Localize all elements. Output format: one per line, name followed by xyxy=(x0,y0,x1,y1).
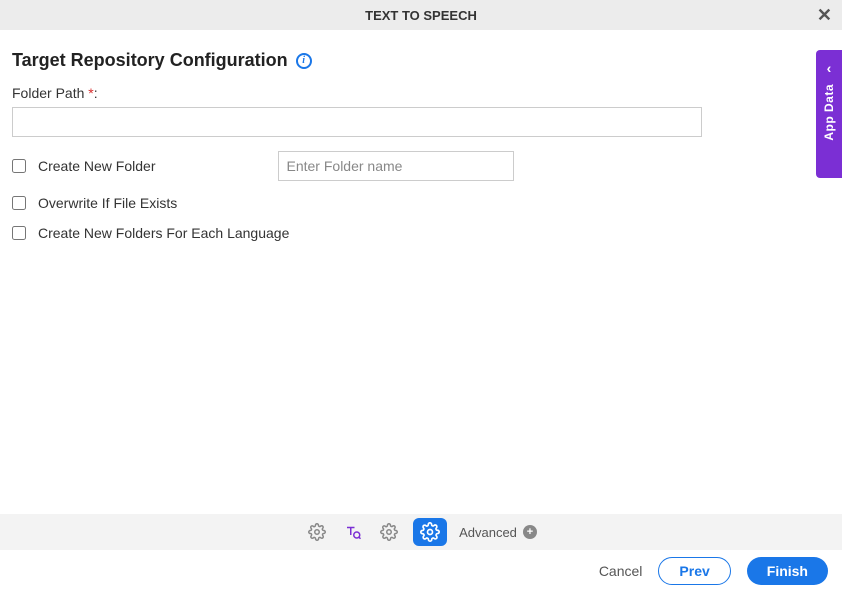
chevron-left-icon: ‹ xyxy=(827,60,832,76)
folder-name-input[interactable] xyxy=(278,151,514,181)
info-icon[interactable]: i xyxy=(296,53,312,69)
overwrite-row: Overwrite If File Exists xyxy=(12,195,826,211)
step-gear-icon-1[interactable] xyxy=(305,520,329,544)
advanced-toggle[interactable]: Advanced + xyxy=(459,525,537,540)
colon: : xyxy=(94,85,98,101)
section-title-row: Target Repository Configuration i xyxy=(12,50,826,71)
app-data-side-tab[interactable]: ‹ App Data xyxy=(816,50,842,178)
overwrite-label[interactable]: Overwrite If File Exists xyxy=(38,195,177,211)
section-title: Target Repository Configuration xyxy=(12,50,288,71)
steps-bar: Advanced + xyxy=(0,514,842,550)
per-language-row: Create New Folders For Each Language xyxy=(12,225,826,241)
finish-button[interactable]: Finish xyxy=(747,557,828,585)
step-gear-icon-active[interactable] xyxy=(413,518,447,546)
create-new-folder-checkbox[interactable] xyxy=(12,159,26,173)
per-language-checkbox[interactable] xyxy=(12,226,26,240)
footer-actions: Cancel Prev Finish xyxy=(0,550,842,592)
step-gear-icon-2[interactable] xyxy=(377,520,401,544)
folder-path-label: Folder Path xyxy=(12,85,88,101)
cancel-button[interactable]: Cancel xyxy=(599,563,643,579)
plus-circle-icon: + xyxy=(523,525,537,539)
create-new-folder-row: Create New Folder xyxy=(12,151,826,181)
step-text-icon[interactable] xyxy=(341,520,365,544)
prev-button[interactable]: Prev xyxy=(658,557,730,585)
main-content: Target Repository Configuration i Folder… xyxy=(0,30,842,251)
advanced-label: Advanced xyxy=(459,525,517,540)
per-language-label[interactable]: Create New Folders For Each Language xyxy=(38,225,289,241)
folder-path-label-row: Folder Path *: xyxy=(12,85,826,101)
dialog-header: TEXT TO SPEECH ✕ xyxy=(0,0,842,30)
create-new-folder-label[interactable]: Create New Folder xyxy=(38,158,156,174)
side-tab-label: App Data xyxy=(822,84,836,141)
close-icon[interactable]: ✕ xyxy=(817,6,832,24)
folder-path-input[interactable] xyxy=(12,107,702,137)
dialog-title: TEXT TO SPEECH xyxy=(365,8,477,23)
overwrite-checkbox[interactable] xyxy=(12,196,26,210)
